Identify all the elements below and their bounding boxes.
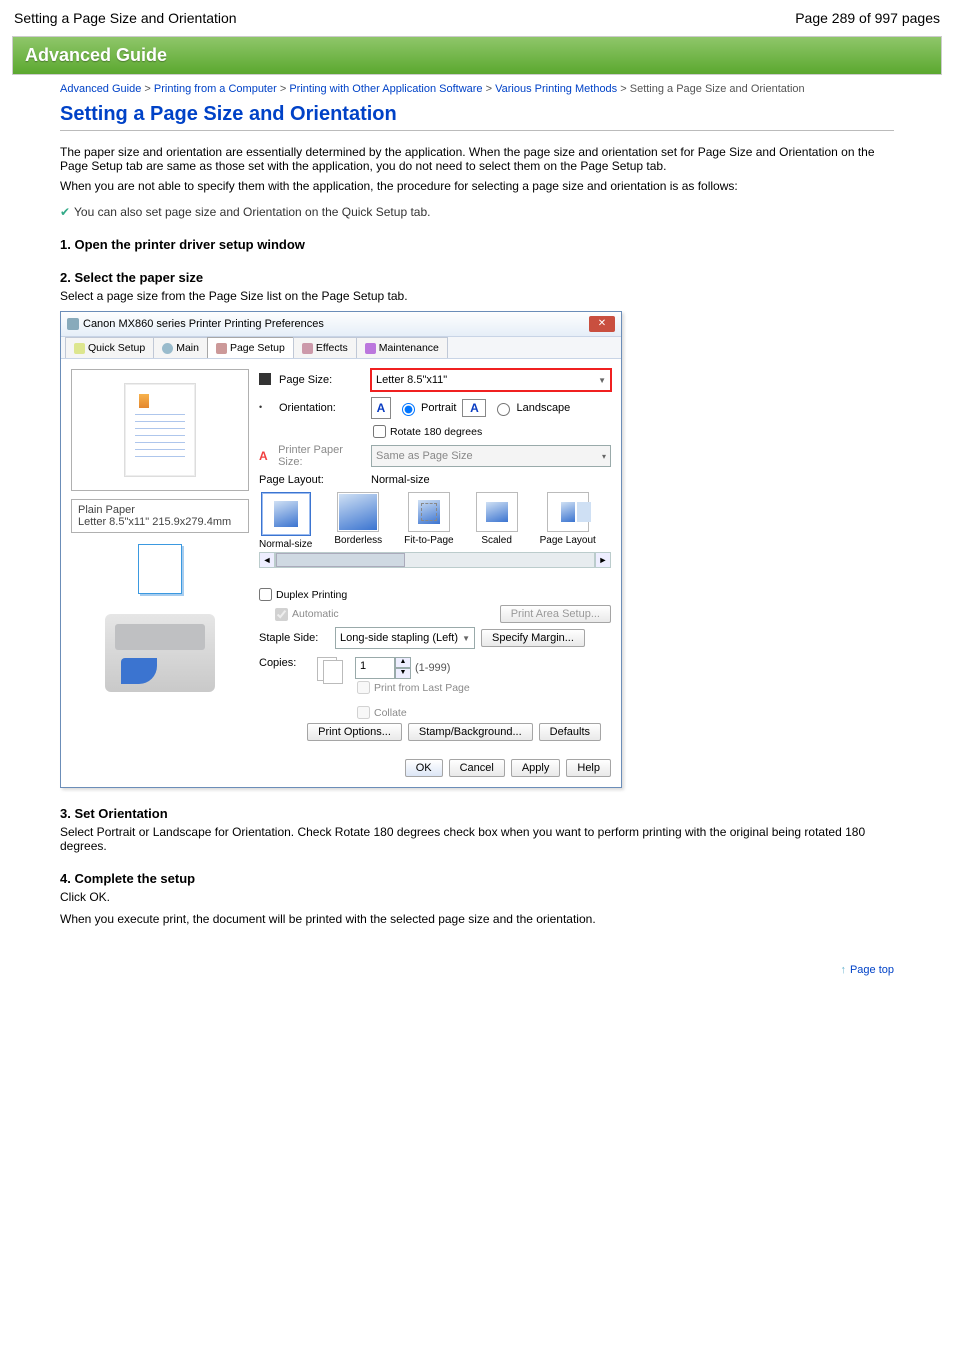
step1-head: 1. Open the printer driver setup window [60, 237, 894, 252]
spin-down-icon[interactable]: ▼ [395, 668, 411, 679]
apply-button[interactable]: Apply [511, 759, 561, 777]
page-size-label: Page Size: [279, 374, 332, 386]
breadcrumb: Advanced Guide > Printing from a Compute… [60, 83, 894, 95]
copies-value[interactable]: 1 [355, 657, 395, 679]
copies-icon [317, 657, 347, 683]
banner-advanced-guide: Advanced Guide [12, 36, 942, 75]
layout-options: Normal-size Borderless Fit-to-Page Scale… [259, 492, 611, 550]
dialog-tabs: Quick Setup Main Page Setup Effects Main… [61, 337, 621, 359]
page-layout-value: Normal-size [371, 474, 430, 486]
page-header-right: Page 289 of 997 pages [795, 10, 940, 26]
page-layout-label: Page Layout: [259, 474, 324, 486]
page-setup-icon [216, 343, 227, 354]
quick-note: You can also set page size and Orientati… [60, 205, 894, 219]
step2-body: Select a page size from the Page Size li… [60, 289, 894, 303]
step4-head: 4. Complete the setup [60, 871, 894, 886]
copies-label: Copies: [259, 657, 309, 669]
printer-paper-select: Same as Page Size▾ [371, 445, 611, 467]
duplex-checkbox[interactable]: Duplex Printing [259, 588, 611, 601]
step3-head: 3. Set Orientation [60, 806, 894, 821]
staple-side-label: Staple Side: [259, 632, 329, 644]
tab-main[interactable]: Main [153, 337, 208, 358]
maintenance-icon [365, 343, 376, 354]
tab-quick-setup[interactable]: Quick Setup [65, 337, 154, 358]
scroll-left-icon[interactable]: ◄ [259, 552, 275, 568]
stamp-background-button[interactable]: Stamp/Background... [408, 723, 533, 741]
help-button[interactable]: Help [566, 759, 611, 777]
orientation-label: Orientation: [279, 402, 336, 414]
step3-body: Select Portrait or Landscape for Orienta… [60, 825, 894, 853]
sheet-preview [71, 541, 249, 597]
page-size-icon [259, 373, 275, 387]
printer-preview [71, 605, 249, 701]
title-separator [60, 130, 894, 131]
tab-effects[interactable]: Effects [293, 337, 357, 358]
layout-borderless[interactable]: Borderless [334, 492, 382, 550]
collate-checkbox: Collate [357, 706, 470, 719]
paper-dims: Letter 8.5"x11" 215.9x279.4mm [78, 516, 242, 528]
printing-preferences-dialog: Canon MX860 series Printer Printing Pref… [60, 311, 622, 788]
layout-pagelayout[interactable]: Page Layout [540, 492, 596, 550]
cancel-button[interactable]: Cancel [449, 759, 505, 777]
automatic-checkbox: Automatic [275, 608, 339, 621]
chevron-down-icon: ▼ [462, 634, 470, 643]
orientation-icon [259, 401, 275, 415]
staple-side-select[interactable]: Long-side stapling (Left)▼ [335, 627, 475, 649]
layout-scrollbar[interactable]: ◄ ► [259, 552, 611, 568]
paper-info: Plain Paper Letter 8.5"x11" 215.9x279.4m… [71, 499, 249, 533]
page-top-link[interactable]: ↑Page top [0, 934, 954, 1036]
ok-button[interactable]: OK [405, 759, 443, 777]
printer-icon [67, 318, 79, 330]
quick-setup-icon [74, 343, 85, 354]
portrait-thumb: A [371, 397, 391, 419]
breadcrumb-link-1[interactable]: Advanced Guide [60, 83, 141, 95]
note-text: When you are not able to specify them wi… [60, 179, 894, 193]
breadcrumb-link-2[interactable]: Printing from a Computer [154, 83, 277, 95]
layout-fit[interactable]: Fit-to-Page [404, 492, 453, 550]
step4-body1: Click OK. [60, 890, 894, 904]
rotate-180-checkbox[interactable]: Rotate 180 degrees [373, 425, 611, 438]
page-size-select[interactable]: Letter 8.5"x11"▼ [371, 369, 611, 391]
chevron-down-icon: ▼ [598, 376, 606, 385]
print-options-button[interactable]: Print Options... [307, 723, 402, 741]
print-area-button: Print Area Setup... [500, 605, 611, 623]
defaults-button[interactable]: Defaults [539, 723, 601, 741]
paper-type: Plain Paper [78, 504, 242, 516]
breadcrumb-link-3[interactable]: Printing with Other Application Software [289, 83, 482, 95]
scroll-right-icon[interactable]: ► [595, 552, 611, 568]
portrait-radio[interactable]: Portrait [397, 400, 456, 416]
printer-paper-icon: A [259, 449, 274, 463]
close-button[interactable]: ✕ [589, 316, 615, 332]
page-preview [71, 369, 249, 491]
landscape-thumb: A [462, 399, 486, 417]
page-header-left: Setting a Page Size and Orientation [14, 10, 237, 26]
breadcrumb-link-4[interactable]: Various Printing Methods [495, 83, 617, 95]
copies-spinner[interactable]: 1 ▲▼ [355, 657, 411, 679]
layout-scaled[interactable]: Scaled [476, 492, 518, 550]
driver-setup-link[interactable]: printer driver setup window [134, 237, 304, 252]
landscape-radio[interactable]: Landscape [492, 400, 570, 416]
dialog-title: Canon MX860 series Printer Printing Pref… [83, 318, 324, 330]
copies-range: (1-999) [415, 662, 450, 674]
page-title: Setting a Page Size and Orientation [60, 103, 894, 126]
chevron-down-icon: ▾ [602, 452, 606, 461]
specify-margin-button[interactable]: Specify Margin... [481, 629, 585, 647]
print-last-checkbox: Print from Last Page [357, 681, 470, 694]
breadcrumb-current: Setting a Page Size and Orientation [630, 83, 805, 95]
dialog-titlebar: Canon MX860 series Printer Printing Pref… [61, 312, 621, 337]
spin-up-icon[interactable]: ▲ [395, 657, 411, 668]
effects-icon [302, 343, 313, 354]
step2-head: 2. Select the paper size [60, 270, 894, 285]
tab-page-setup[interactable]: Page Setup [207, 337, 294, 358]
layout-normal[interactable]: Normal-size [259, 492, 312, 550]
printer-paper-label: Printer Paper Size: [278, 444, 365, 468]
step4-body2: When you execute print, the document wil… [60, 912, 894, 926]
up-arrow-icon: ↑ [840, 964, 846, 976]
main-icon [162, 343, 173, 354]
intro-text: The paper size and orientation are essen… [60, 145, 894, 173]
tab-maintenance[interactable]: Maintenance [356, 337, 448, 358]
